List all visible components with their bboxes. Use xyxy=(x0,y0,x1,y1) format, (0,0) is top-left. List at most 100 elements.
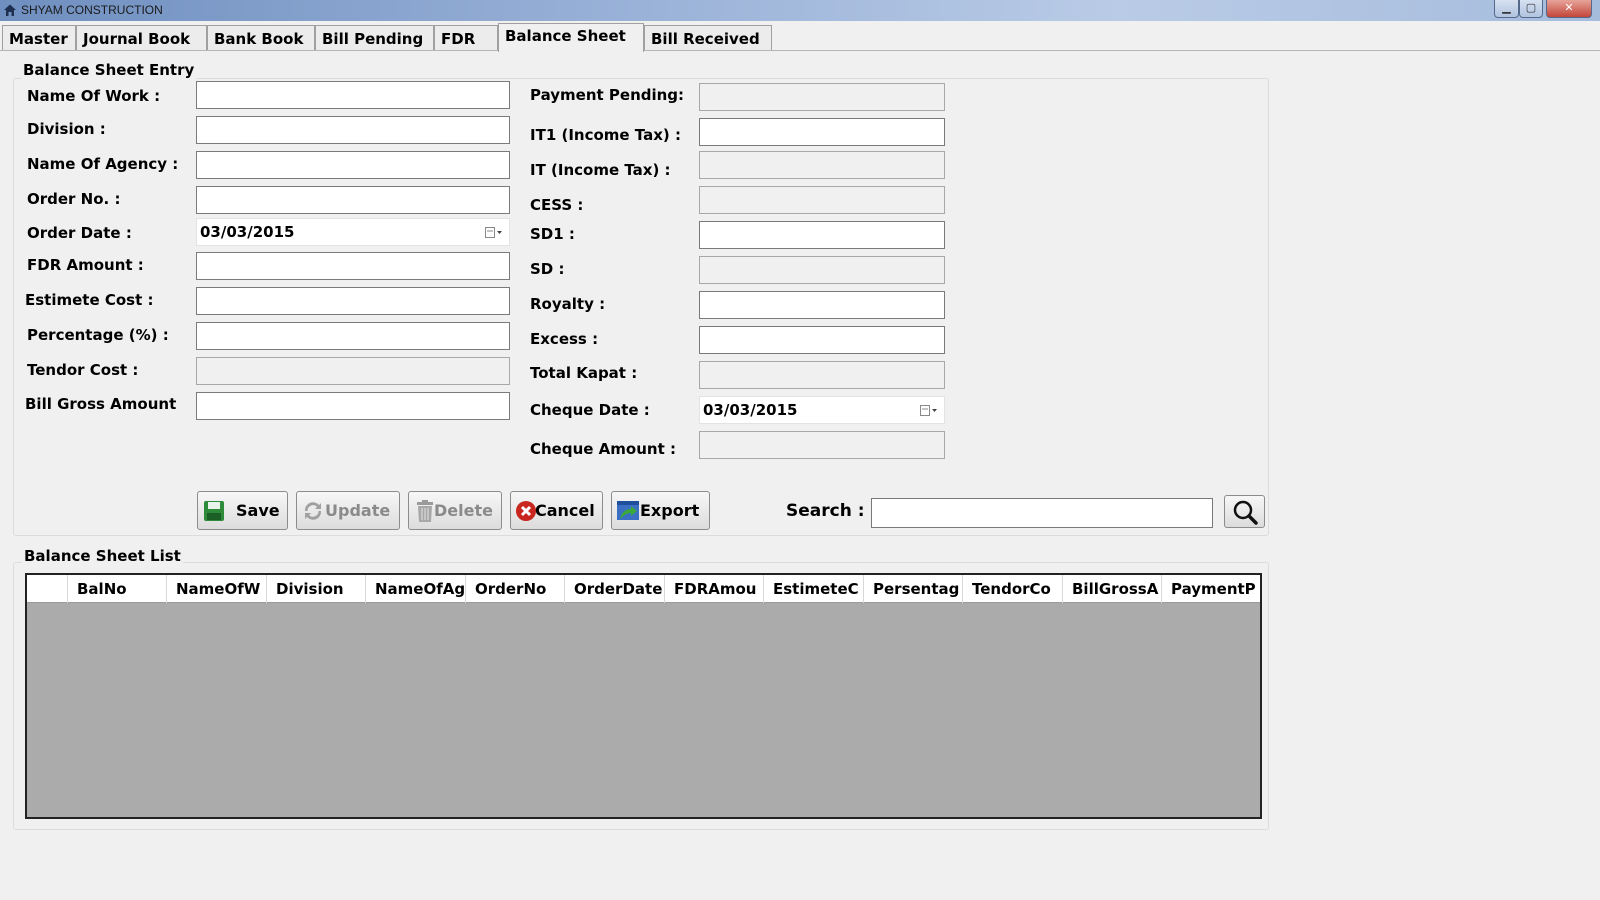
maximize-button[interactable]: ▢ xyxy=(1519,0,1543,18)
window-title: SHYAM CONSTRUCTION xyxy=(21,3,163,17)
close-icon: ✕ xyxy=(1564,1,1574,14)
cancel-label: Cancel xyxy=(535,501,595,520)
excess-input[interactable] xyxy=(699,326,945,354)
tab-journal-book[interactable]: Journal Book xyxy=(76,25,207,51)
tab-bill-received[interactable]: Bill Received xyxy=(644,25,772,51)
tab-label: Bank Book xyxy=(214,30,304,48)
cheque-date-value: 03/03/2015 xyxy=(703,401,798,419)
division-input[interactable] xyxy=(196,116,510,144)
update-button[interactable]: Update xyxy=(296,491,400,530)
tab-fdr[interactable]: FDR xyxy=(434,25,498,51)
entry-group-title: Balance Sheet Entry xyxy=(21,61,197,79)
tab-master[interactable]: Master xyxy=(2,25,76,51)
bill-gross-amount-input[interactable] xyxy=(196,392,510,420)
maximize-icon: ▢ xyxy=(1525,1,1537,14)
name-of-work-label: Name Of Work : xyxy=(27,87,161,105)
cess-input[interactable] xyxy=(699,186,945,214)
sd1-input[interactable] xyxy=(699,221,945,249)
order-no-label: Order No. : xyxy=(27,190,121,208)
it-income-tax-label: IT (Income Tax) : xyxy=(530,161,671,179)
cheque-amount-input[interactable] xyxy=(699,431,945,459)
close-button[interactable]: ✕ xyxy=(1546,0,1592,18)
delete-label: Delete xyxy=(434,501,493,520)
search-button[interactable] xyxy=(1224,495,1265,528)
export-button[interactable]: Export xyxy=(611,491,710,530)
column-header[interactable]: OrderNo xyxy=(466,575,565,603)
search-label: Search : xyxy=(786,501,865,521)
order-no-input[interactable] xyxy=(196,186,510,214)
column-header[interactable]: Division xyxy=(267,575,366,603)
column-header[interactable]: TendorCo xyxy=(963,575,1063,603)
column-header[interactable]: Persentag xyxy=(864,575,963,603)
royalty-label: Royalty : xyxy=(530,295,606,313)
name-of-agency-label: Name Of Agency : xyxy=(27,155,179,173)
column-header[interactable]: NameOfW xyxy=(167,575,267,603)
tendor-cost-input[interactable] xyxy=(196,357,510,385)
column-header[interactable]: OrderDate xyxy=(565,575,665,603)
tab-divider xyxy=(0,50,1600,51)
save-label: Save xyxy=(236,501,280,520)
estimete-cost-label: Estimete Cost : xyxy=(25,291,154,309)
minimize-button[interactable]: ▁ xyxy=(1494,0,1519,18)
fdr-amount-label: FDR Amount : xyxy=(27,256,144,274)
save-icon xyxy=(204,501,224,521)
fdr-amount-input[interactable] xyxy=(196,252,510,280)
cancel-button[interactable]: Cancel xyxy=(510,491,603,530)
name-of-agency-input[interactable] xyxy=(196,151,510,179)
export-label: Export xyxy=(640,501,700,520)
tab-label: Bill Pending xyxy=(322,30,424,48)
row-header-corner xyxy=(27,575,68,603)
column-header[interactable]: BalNo xyxy=(68,575,167,603)
sd1-label: SD1 : xyxy=(530,225,575,243)
bill-gross-amount-label: Bill Gross Amount xyxy=(25,395,177,413)
order-date-picker[interactable]: 03/03/2015 xyxy=(196,218,510,246)
sd-input[interactable] xyxy=(699,256,945,284)
cheque-date-label: Cheque Date : xyxy=(530,401,650,419)
payment-pending-input[interactable] xyxy=(699,83,945,111)
cheque-date-picker[interactable]: 03/03/2015 xyxy=(699,396,945,424)
tendor-cost-label: Tendor Cost : xyxy=(27,361,139,379)
it-income-tax-input[interactable] xyxy=(699,151,945,179)
window-titlebar: SHYAM CONSTRUCTION ▁ ▢ ✕ xyxy=(0,0,1600,21)
estimete-cost-input[interactable] xyxy=(196,287,510,315)
it1-income-tax-label: IT1 (Income Tax) : xyxy=(530,126,681,144)
percentage-label: Percentage (%) : xyxy=(27,326,169,344)
grid-header: BalNo NameOfW Division NameOfAg OrderNo … xyxy=(27,575,1260,603)
total-kapat-label: Total Kapat : xyxy=(530,364,638,382)
column-header[interactable]: NameOfAg xyxy=(366,575,466,603)
royalty-input[interactable] xyxy=(699,291,945,319)
calendar-dropdown-icon[interactable] xyxy=(485,227,503,239)
export-icon xyxy=(617,501,639,520)
column-header[interactable]: EstimeteC xyxy=(764,575,864,603)
update-label: Update xyxy=(325,501,391,520)
minimize-icon: ▁ xyxy=(1502,1,1511,14)
excess-label: Excess : xyxy=(530,330,599,348)
name-of-work-input[interactable] xyxy=(196,81,510,109)
column-header[interactable]: PaymentP xyxy=(1162,575,1260,603)
search-icon xyxy=(1233,500,1258,525)
search-input[interactable] xyxy=(871,498,1213,528)
column-header[interactable]: FDRAmou xyxy=(665,575,764,603)
tab-bill-pending[interactable]: Bill Pending xyxy=(315,25,434,51)
home-icon xyxy=(4,4,16,16)
it1-income-tax-input[interactable] xyxy=(699,118,945,146)
calendar-dropdown-icon[interactable] xyxy=(920,405,938,417)
tab-label: FDR xyxy=(441,30,476,48)
delete-button[interactable]: Delete xyxy=(408,491,502,530)
save-button[interactable]: Save xyxy=(197,491,288,530)
division-label: Division : xyxy=(27,120,106,138)
tab-balance-sheet[interactable]: Balance Sheet xyxy=(498,23,644,52)
tab-label: Journal Book xyxy=(83,30,191,48)
balance-sheet-grid[interactable]: BalNo NameOfW Division NameOfAg OrderNo … xyxy=(25,573,1262,819)
tab-bank-book[interactable]: Bank Book xyxy=(207,25,315,51)
tab-label: Bill Received xyxy=(651,30,760,48)
tab-label: Master xyxy=(9,30,68,48)
percentage-input[interactable] xyxy=(196,322,510,350)
total-kapat-input[interactable] xyxy=(699,361,945,389)
payment-pending-label: Payment Pending: xyxy=(530,86,685,104)
list-group-title: Balance Sheet List xyxy=(22,547,183,565)
refresh-icon xyxy=(304,502,322,520)
sd-label: SD : xyxy=(530,260,565,278)
order-date-label: Order Date : xyxy=(27,224,132,242)
column-header[interactable]: BillGrossA xyxy=(1063,575,1162,603)
